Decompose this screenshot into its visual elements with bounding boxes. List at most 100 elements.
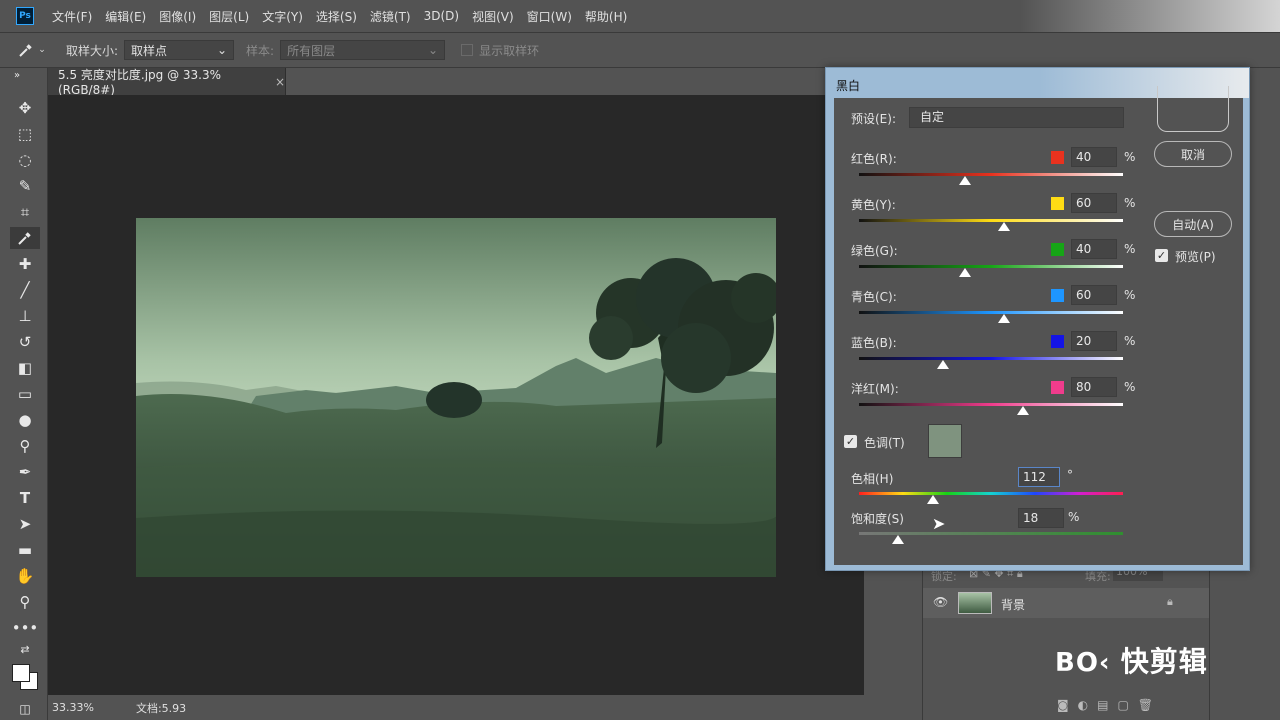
marquee-tool-icon[interactable]: ⬚ <box>10 123 40 145</box>
red-swatch <box>1051 151 1064 164</box>
cyan-swatch <box>1051 289 1064 302</box>
menu-image[interactable]: 图像(I) <box>159 8 196 25</box>
menu-filter[interactable]: 滤镜(T) <box>370 8 411 25</box>
eyedropper-icon <box>19 44 32 57</box>
eyedropper-icon <box>18 232 31 245</box>
red-slider-track[interactable] <box>859 173 1123 176</box>
quick-mask-icon[interactable]: ◫ <box>10 698 40 720</box>
document-tab-title: 5.5 亮度对比度.jpg @ 33.3%(RGB/8#) <box>58 68 222 97</box>
tint-color-swatch[interactable] <box>928 424 962 458</box>
gradient-tool-icon[interactable]: ▭ <box>10 383 40 405</box>
move-tool-icon[interactable]: ✥ <box>10 97 40 119</box>
type-tool-icon[interactable]: T <box>10 487 40 509</box>
menu-file[interactable]: 文件(F) <box>52 8 92 25</box>
eyedropper-tool-icon[interactable] <box>10 227 40 249</box>
hue-slider-track[interactable] <box>859 492 1123 495</box>
preset-label: 预设(E): <box>851 112 896 126</box>
document-image[interactable] <box>136 218 776 577</box>
foreground-color-swatch[interactable] <box>12 664 30 682</box>
auto-button[interactable]: 自动(A) <box>1154 211 1232 237</box>
zoom-level[interactable]: 33.33% <box>52 701 94 714</box>
more-tools-icon[interactable]: ••• <box>10 617 40 639</box>
lock-icon: 🔒︎ <box>1167 595 1173 608</box>
magenta-value-input[interactable]: 80 <box>1071 377 1117 397</box>
dodge-tool-icon[interactable]: ⚲ <box>10 435 40 457</box>
eye-icon[interactable]: 👁︎ <box>933 595 948 609</box>
black-white-dialog: 黑白 预设(E): 自定 红色(R): 40 % 黄色(Y): 60 % 绿色(… <box>825 67 1250 571</box>
menu-type[interactable]: 文字(Y) <box>262 8 303 25</box>
magenta-slider-track[interactable] <box>859 403 1123 406</box>
yellow-swatch <box>1051 197 1064 210</box>
hand-tool-icon[interactable]: ✋ <box>10 565 40 587</box>
document-info[interactable]: 文档:5.93 <box>136 700 186 716</box>
pen-tool-icon[interactable]: ✒ <box>10 461 40 483</box>
hue-value-input[interactable]: 112 <box>1018 467 1060 487</box>
clone-stamp-tool-icon[interactable]: ⊥ <box>10 305 40 327</box>
swap-colors-icon[interactable]: ⇄ <box>10 642 40 656</box>
yellow-slider-track[interactable] <box>859 219 1123 222</box>
eraser-tool-icon[interactable]: ◧ <box>10 357 40 379</box>
magenta-swatch <box>1051 381 1064 394</box>
lasso-tool-icon[interactable]: ◌ <box>10 149 40 171</box>
show-sampling-ring-label: 显示取样环 <box>479 43 540 58</box>
menu-select[interactable]: 选择(S) <box>316 8 357 25</box>
percent-label: % <box>1124 288 1136 302</box>
hue-slider-thumb[interactable] <box>927 495 939 504</box>
blue-slider-thumb[interactable] <box>937 360 950 369</box>
magenta-label: 洋红(M): <box>851 382 899 396</box>
eyedropper-preset-button[interactable]: ⌄ <box>10 37 54 63</box>
green-value-input[interactable]: 40 <box>1071 239 1117 259</box>
blue-slider-track[interactable] <box>859 357 1123 360</box>
ok-button[interactable] <box>1157 86 1229 132</box>
layer-row-background[interactable]: 👁︎ 背景 🔒︎ <box>923 588 1209 618</box>
brush-tool-icon[interactable]: ╱ <box>10 279 40 301</box>
sample-size-label: 取样大小: <box>66 43 119 58</box>
red-slider-thumb[interactable] <box>958 176 971 185</box>
magenta-slider-thumb[interactable] <box>1016 406 1029 415</box>
layer-actions[interactable]: ◙◐▤▢🗑︎ <box>1057 698 1162 712</box>
menu-layer[interactable]: 图层(L) <box>209 8 249 25</box>
red-label: 红色(R): <box>851 152 897 166</box>
zoom-tool-icon[interactable]: ⚲ <box>10 591 40 613</box>
green-slider-thumb[interactable] <box>958 268 971 277</box>
crop-tool-icon[interactable]: ⌗ <box>10 201 40 223</box>
expand-icon[interactable]: » <box>10 70 24 81</box>
menu-view[interactable]: 视图(V) <box>472 8 514 25</box>
cyan-slider-thumb[interactable] <box>998 314 1011 323</box>
document-tab[interactable]: 5.5 亮度对比度.jpg @ 33.3%(RGB/8#) × <box>48 68 286 97</box>
menu-help[interactable]: 帮助(H) <box>585 8 627 25</box>
preview-checkbox[interactable]: ✓ <box>1155 249 1168 262</box>
blue-value-input[interactable]: 20 <box>1071 331 1117 351</box>
menu-edit[interactable]: 编辑(E) <box>105 8 146 25</box>
history-brush-tool-icon[interactable]: ↺ <box>10 331 40 353</box>
menu-bar: Ps 文件(F) 编辑(E) 图像(I) 图层(L) 文字(Y) 选择(S) 滤… <box>0 0 1280 32</box>
rectangle-tool-icon[interactable]: ▬ <box>10 539 40 561</box>
close-icon[interactable]: × <box>275 75 285 89</box>
healing-brush-tool-icon[interactable]: ✚ <box>10 253 40 275</box>
cyan-value-input[interactable]: 60 <box>1071 285 1117 305</box>
tools-panel: » ✥ ⬚ ◌ ✎ ⌗ ✚ ╱ ⊥ ↺ ◧ ▭ ● ⚲ ✒ T ➤ ▬ ✋ ⚲ … <box>0 68 48 720</box>
cancel-button[interactable]: 取消 <box>1154 141 1232 167</box>
sample-layers-select[interactable]: 所有图层 ⌄ <box>280 40 446 60</box>
quick-select-tool-icon[interactable]: ✎ <box>10 175 40 197</box>
saturation-value-input[interactable]: 18 <box>1018 508 1064 528</box>
watermark: ΒΟ‹ 快剪辑 <box>1055 640 1208 680</box>
menu-window[interactable]: 窗口(W) <box>527 8 572 25</box>
menu-3d[interactable]: 3D(D) <box>424 9 459 23</box>
saturation-slider-thumb[interactable] <box>892 535 904 544</box>
yellow-value-input[interactable]: 60 <box>1071 193 1117 213</box>
green-slider-track[interactable] <box>859 265 1123 268</box>
path-select-tool-icon[interactable]: ➤ <box>10 513 40 535</box>
layer-thumbnail <box>958 592 992 614</box>
sample-size-select[interactable]: 取样点 ⌄ <box>124 40 235 60</box>
red-value-input[interactable]: 40 <box>1071 147 1117 167</box>
preset-select[interactable]: 自定 <box>909 107 1124 128</box>
blur-tool-icon[interactable]: ● <box>10 409 40 431</box>
yellow-slider-thumb[interactable] <box>998 222 1011 231</box>
cyan-slider-track[interactable] <box>859 311 1123 314</box>
tint-checkbox[interactable]: ✓ <box>844 435 857 448</box>
saturation-label: 饱和度(S) <box>851 512 904 526</box>
percent-label: % <box>1124 242 1136 256</box>
show-sampling-ring-checkbox[interactable] <box>461 44 474 56</box>
sample-label: 样本: <box>246 43 275 58</box>
